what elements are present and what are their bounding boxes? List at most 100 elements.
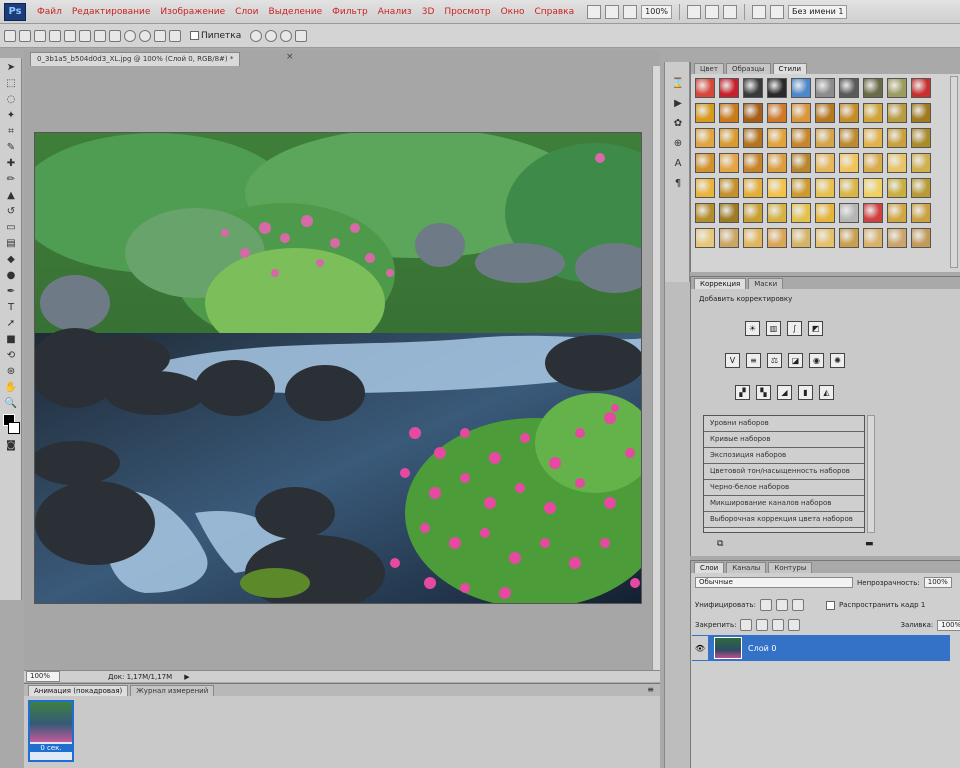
style-swatch[interactable]	[743, 228, 763, 248]
menu-view[interactable]: Просмотр	[439, 7, 495, 17]
subtract-selection-icon[interactable]	[49, 29, 61, 42]
style-swatch[interactable]	[887, 228, 907, 248]
eyedropper-icon[interactable]: ✎	[3, 140, 19, 154]
style-swatch[interactable]	[815, 153, 835, 173]
intersect-selection-icon[interactable]	[64, 29, 76, 42]
animation-frame[interactable]: 0 сек.	[28, 700, 74, 762]
menu-analysis[interactable]: Анализ	[373, 7, 417, 17]
style-swatch[interactable]	[743, 103, 763, 123]
tab-paths[interactable]: Контуры	[768, 562, 813, 573]
character-icon[interactable]: A	[670, 156, 686, 170]
brightness-icon[interactable]: ☀	[745, 321, 760, 336]
antialias-option[interactable]: Пипетка	[190, 31, 241, 41]
preset-item[interactable]: Кривые наборов	[704, 432, 864, 448]
style-swatch[interactable]	[719, 153, 739, 173]
levels-icon[interactable]: ▥	[766, 321, 781, 336]
style-swatch[interactable]	[695, 203, 715, 223]
screen-mode-icon[interactable]	[770, 4, 785, 19]
style-swatch[interactable]	[815, 128, 835, 148]
styles-scrollbar[interactable]	[950, 76, 958, 268]
menu-filter[interactable]: Фильтр	[327, 7, 373, 17]
lasso-tool-preset-icon[interactable]	[4, 29, 16, 42]
zoom-tool-icon[interactable]: 🔍	[3, 396, 19, 410]
style-swatch[interactable]	[815, 203, 835, 223]
style-swatch[interactable]	[911, 203, 931, 223]
style-swatch[interactable]	[695, 78, 715, 98]
style-swatch[interactable]	[887, 153, 907, 173]
tab-animation[interactable]: Анимация (покадровая)	[28, 685, 129, 696]
healing-brush-icon[interactable]: ✚	[3, 156, 19, 170]
style-swatch[interactable]	[863, 128, 883, 148]
preset-item[interactable]: Уровни наборов	[704, 416, 864, 432]
photo-filter-icon[interactable]: ◉	[809, 353, 824, 368]
layer-name[interactable]: Слой 0	[748, 644, 776, 653]
preset-item[interactable]: Экспозиция наборов	[704, 448, 864, 464]
style-swatch[interactable]	[791, 153, 811, 173]
shape-tool-icon[interactable]: ■	[3, 332, 19, 346]
crop-tool-icon[interactable]: ⌗	[3, 124, 19, 138]
style-swatch[interactable]	[743, 78, 763, 98]
style-swatch[interactable]	[767, 228, 787, 248]
preset-item[interactable]: Выборочная коррекция цвета наборов	[704, 512, 864, 528]
style-swatch[interactable]	[791, 128, 811, 148]
menu-3d[interactable]: 3D	[417, 7, 440, 17]
polygon-icon[interactable]	[139, 29, 151, 42]
style-swatch[interactable]	[743, 128, 763, 148]
tab-measurement-log[interactable]: Журнал измерений	[130, 685, 215, 696]
style-swatch[interactable]	[887, 78, 907, 98]
menu-edit[interactable]: Редактирование	[67, 7, 156, 17]
tab-channels[interactable]: Каналы	[726, 562, 767, 573]
style-swatch[interactable]	[743, 178, 763, 198]
style-swatch[interactable]	[767, 178, 787, 198]
style-swatch[interactable]	[767, 103, 787, 123]
style-swatch[interactable]	[791, 78, 811, 98]
brush-tool-icon[interactable]: ✏	[3, 172, 19, 186]
zoom-tool-icon[interactable]	[705, 4, 720, 19]
unify-position-icon[interactable]	[759, 599, 772, 611]
presets-scrollbar[interactable]	[867, 415, 875, 533]
rounded-rectangle-icon[interactable]	[109, 29, 121, 42]
style-swatch[interactable]	[911, 153, 931, 173]
gradient-icon[interactable]: ▤	[3, 236, 19, 250]
style-swatch[interactable]	[695, 103, 715, 123]
propagate-checkbox[interactable]	[825, 600, 835, 610]
new-selection-icon[interactable]	[19, 29, 31, 42]
tab-color[interactable]: Цвет	[694, 63, 724, 74]
vertical-scrollbar[interactable]	[652, 66, 660, 670]
style-swatch[interactable]	[743, 153, 763, 173]
type-tool-icon[interactable]: T	[3, 300, 19, 314]
style-swatch[interactable]	[767, 203, 787, 223]
rectangle-icon[interactable]	[94, 29, 106, 42]
lasso-tool-icon[interactable]: ◌	[3, 92, 19, 106]
style-swatch[interactable]	[887, 203, 907, 223]
style-swatch[interactable]	[767, 128, 787, 148]
style-swatch[interactable]	[911, 178, 931, 198]
curves-icon[interactable]: ∫	[787, 321, 802, 336]
lock-all-icon[interactable]	[788, 619, 801, 631]
zoom-level-select[interactable]: 100%	[641, 4, 673, 19]
tab-swatches[interactable]: Образцы	[725, 63, 771, 74]
style-swatch[interactable]	[839, 228, 859, 248]
actions-icon[interactable]: ▶	[670, 96, 686, 110]
style-swatch[interactable]	[887, 103, 907, 123]
black-white-icon[interactable]: ◪	[788, 353, 803, 368]
style-swatch[interactable]	[815, 228, 835, 248]
style-swatch[interactable]	[839, 103, 859, 123]
minibridge-icon[interactable]	[605, 4, 620, 19]
style-swatch[interactable]	[863, 228, 883, 248]
frame-delay[interactable]: 0 сек.	[30, 744, 72, 752]
style-swatch[interactable]	[839, 153, 859, 173]
view-extras-icon[interactable]	[623, 4, 638, 19]
color-balance-icon[interactable]: ⚖	[767, 353, 782, 368]
menu-image[interactable]: Изображение	[155, 7, 230, 17]
dodge-tool-icon[interactable]: ●	[3, 268, 19, 282]
style-swatch[interactable]	[911, 228, 931, 248]
marquee-tool-icon[interactable]: ⬚	[3, 76, 19, 90]
style-swatch[interactable]	[815, 178, 835, 198]
style-swatch[interactable]	[695, 128, 715, 148]
image-canvas[interactable]	[34, 132, 642, 604]
fill-field[interactable]: 100%	[937, 619, 960, 631]
style-swatch[interactable]	[695, 153, 715, 173]
hand-tool-icon[interactable]: ✋	[3, 380, 19, 394]
style-swatch[interactable]	[839, 203, 859, 223]
